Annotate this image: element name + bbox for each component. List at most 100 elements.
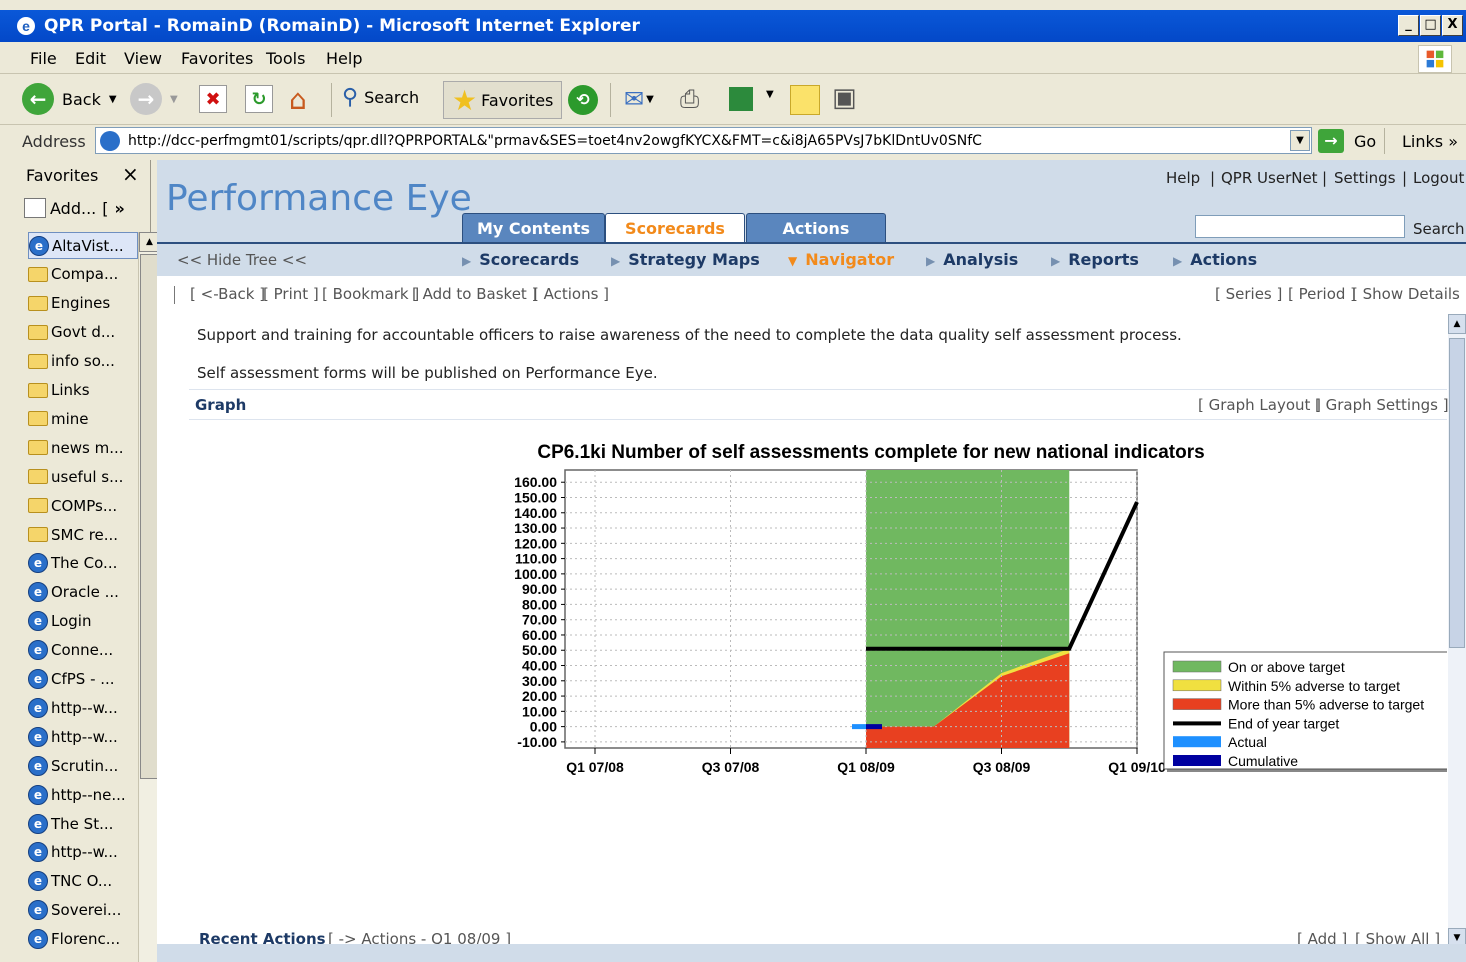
bookmark-link[interactable]: [ Bookmark ] — [322, 285, 419, 303]
tree-splitter[interactable] — [174, 286, 175, 304]
graph-settings-link[interactable]: [ Graph Settings ] — [1315, 396, 1449, 414]
triangle-down-icon: ▼ — [788, 254, 798, 268]
back-link[interactable]: [ <-Back ] — [190, 285, 265, 303]
favorite-item-label: TNC O... — [51, 872, 113, 891]
minimize-button[interactable]: _ — [1398, 15, 1419, 36]
history-button[interactable]: ⟲ — [568, 85, 598, 115]
series-link[interactable]: [ Series ] — [1215, 285, 1282, 303]
subnav-analysis[interactable]: ▶ Analysis — [926, 250, 1018, 269]
favorite-item[interactable]: e Scrutin... — [28, 752, 138, 779]
menu-edit[interactable]: Edit — [75, 49, 106, 68]
scrollbar-thumb[interactable] — [1449, 338, 1465, 648]
menu-help[interactable]: Help — [326, 49, 362, 68]
portal-search-button[interactable]: Search — [1413, 220, 1465, 238]
menu-file[interactable]: File — [30, 49, 57, 68]
organize-favorites-button[interactable]: [ — [102, 199, 108, 218]
subnav-actions[interactable]: ▶ Actions — [1173, 250, 1257, 269]
y-tick-label: 50.00 — [522, 642, 557, 658]
favorite-item[interactable]: e Conne... — [28, 637, 138, 664]
ie-page-icon: e — [28, 726, 48, 747]
menu-tools[interactable]: Tools — [266, 49, 305, 68]
links-label: Links — [1402, 132, 1444, 151]
divider — [189, 389, 1447, 390]
ie-page-icon: e — [28, 871, 48, 892]
favorite-item[interactable]: useful s... — [28, 463, 138, 490]
link-separator: | — [1210, 169, 1216, 187]
period-link[interactable]: [ Period ] — [1288, 285, 1356, 303]
subnav-navigator[interactable]: ▼ Navigator — [788, 250, 894, 269]
favorite-item[interactable]: SMC re... — [28, 521, 138, 548]
favorite-item[interactable]: mine — [28, 405, 138, 432]
favorite-item[interactable]: e The Co... — [28, 550, 138, 577]
settings-link[interactable]: Settings — [1334, 169, 1396, 187]
favorite-item[interactable]: e Florenc... — [28, 926, 138, 953]
stop-button[interactable]: ✖ — [199, 85, 227, 113]
favorite-item[interactable]: e The St... — [28, 810, 138, 837]
add-to-basket-link[interactable]: [ Add to Basket ] — [412, 285, 537, 303]
favorite-item[interactable]: e TNC O... — [28, 868, 138, 895]
favorites-button[interactable]: ★ Favorites — [443, 81, 563, 119]
tab-scorecards[interactable]: Scorecards — [605, 213, 745, 243]
favorites-header: Favorites × — [14, 160, 151, 190]
help-link[interactable]: Help — [1166, 169, 1200, 187]
favorite-item[interactable]: info so... — [28, 348, 138, 375]
subnav-reports[interactable]: ▶ Reports — [1051, 250, 1139, 269]
links-button[interactable]: Links » — [1402, 132, 1458, 151]
favorite-item[interactable]: e http--w... — [28, 839, 138, 866]
logout-link[interactable]: Logout — [1413, 169, 1464, 187]
scroll-up-icon[interactable]: ▲ — [1448, 314, 1466, 334]
research-button[interactable]: ▣ — [832, 83, 857, 113]
favorite-item[interactable]: COMPs... — [28, 492, 138, 519]
favorite-item[interactable]: Links — [28, 377, 138, 404]
favorite-item[interactable]: e Oracle ... — [28, 579, 138, 606]
add-favorite-button[interactable]: Add... [ » — [24, 198, 125, 218]
print-link[interactable]: [ Print ] — [263, 285, 319, 303]
content-scrollbar[interactable]: ▲ ▼ — [1448, 314, 1466, 962]
hide-tree-link[interactable]: << Hide Tree << — [177, 251, 307, 269]
home-button[interactable]: ⌂ — [289, 83, 307, 116]
favorite-item[interactable]: Govt d... — [28, 319, 138, 346]
forward-arrow-icon: → — [130, 83, 162, 115]
usernet-link[interactable]: QPR UserNet — [1221, 169, 1318, 187]
back-button[interactable]: ← Back ▼ — [22, 83, 117, 115]
discuss-button[interactable] — [790, 85, 820, 115]
edit-button[interactable] — [729, 87, 753, 111]
address-dropdown-icon[interactable]: ▼ — [1290, 130, 1310, 151]
forward-button[interactable]: → ▼ — [130, 83, 178, 115]
mail-button[interactable]: ✉ ▼ — [624, 85, 654, 113]
favorite-item[interactable]: e Soverei... — [28, 897, 138, 924]
subnav-label: Actions — [1190, 250, 1258, 269]
menu-view[interactable]: View — [124, 49, 162, 68]
menu-favorites[interactable]: Favorites — [181, 49, 253, 68]
address-input[interactable]: http://dcc-perfmgmt01/scripts/qpr.dll?QP… — [95, 127, 1312, 154]
favorite-item[interactable]: e Login — [28, 608, 138, 635]
actions-link[interactable]: [ Actions ] — [533, 285, 609, 303]
favorite-item[interactable]: Compa... — [28, 261, 138, 288]
subnav-strategy-maps[interactable]: ▶ Strategy Maps — [611, 250, 760, 269]
edit-dropdown-icon[interactable]: ▼ — [766, 89, 774, 100]
show-details-link[interactable]: [ Show Details ] — [1352, 285, 1466, 303]
favorite-item[interactable]: news m... — [28, 434, 138, 461]
refresh-button[interactable]: ↻ — [245, 85, 273, 113]
y-tick-label: 20.00 — [522, 688, 557, 704]
legend-swatch — [1172, 698, 1222, 710]
favorite-item-label: http--ne... — [51, 785, 126, 804]
search-button[interactable]: ⚲ Search — [342, 85, 419, 110]
tab-my-contents[interactable]: My Contents — [462, 213, 605, 243]
favorite-item[interactable]: e CfPS - ... — [28, 666, 138, 693]
favorite-item[interactable]: e http--ne... — [28, 781, 138, 808]
maximize-button[interactable]: □ — [1420, 15, 1441, 36]
close-button[interactable]: X — [1442, 15, 1463, 36]
go-button[interactable]: → Go — [1318, 129, 1376, 153]
graph-layout-link[interactable]: [ Graph Layout ] — [1198, 396, 1321, 414]
favorite-item[interactable]: Engines — [28, 290, 138, 317]
tab-actions[interactable]: Actions — [746, 213, 886, 243]
close-favorites-button[interactable]: × — [122, 162, 139, 186]
subnav-scorecards[interactable]: ▶ Scorecards — [462, 250, 579, 269]
favorites-more-button[interactable]: » — [114, 199, 124, 218]
favorite-item[interactable]: e http--w... — [28, 694, 138, 721]
favorite-item[interactable]: e http--w... — [28, 723, 138, 750]
favorite-item[interactable]: e AltaVist... — [28, 232, 138, 259]
portal-search-input[interactable] — [1195, 215, 1405, 238]
print-button[interactable]: ⎙ — [680, 85, 699, 113]
